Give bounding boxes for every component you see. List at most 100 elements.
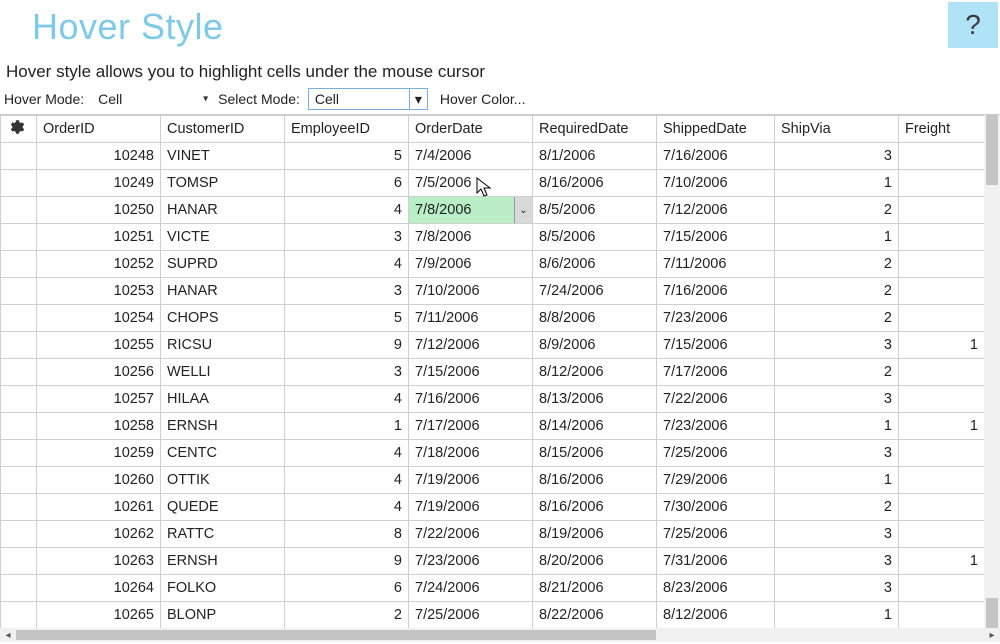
cell[interactable]: 4 xyxy=(285,386,409,413)
cell[interactable]: 7/4/2006 xyxy=(409,143,533,170)
cell[interactable]: 7/25/2006 xyxy=(657,440,775,467)
cell[interactable]: CHOPS xyxy=(161,305,285,332)
cell[interactable]: 4 xyxy=(285,197,409,224)
cell[interactable]: 7/31/2006 xyxy=(657,548,775,575)
cell[interactable]: 1 xyxy=(285,413,409,440)
cell[interactable]: 3 xyxy=(775,143,899,170)
cell[interactable]: 10259 xyxy=(37,440,161,467)
column-header[interactable]: Freight xyxy=(899,116,985,143)
cell[interactable]: 2 xyxy=(775,197,899,224)
help-button[interactable]: ? xyxy=(948,2,998,48)
cell[interactable]: 7/10/2006 xyxy=(657,170,775,197)
row-header[interactable] xyxy=(1,413,37,440)
cell[interactable]: WELLI xyxy=(161,359,285,386)
cell[interactable]: RATTC xyxy=(161,521,285,548)
cell[interactable]: 8/12/2006 xyxy=(533,359,657,386)
cell[interactable]: 4 xyxy=(285,251,409,278)
cell[interactable]: 7/17/2006 xyxy=(409,413,533,440)
data-grid[interactable]: OrderIDCustomerIDEmployeeIDOrderDateRequ… xyxy=(0,114,1000,628)
cell[interactable]: 3 xyxy=(285,359,409,386)
cell[interactable]: 8/16/2006 xyxy=(533,494,657,521)
cell[interactable]: 10252 xyxy=(37,251,161,278)
cell[interactable]: 8/5/2006 xyxy=(533,197,657,224)
cell[interactable]: 8/15/2006 xyxy=(533,440,657,467)
horizontal-scrollbar[interactable]: ◂ ▸ xyxy=(0,628,1000,642)
cell[interactable]: FOLKO xyxy=(161,575,285,602)
cell[interactable]: 5 xyxy=(285,143,409,170)
cell[interactable]: 7/18/2006 xyxy=(409,440,533,467)
cell[interactable]: 8/16/2006 xyxy=(533,170,657,197)
cell[interactable]: HANAR xyxy=(161,197,285,224)
cell[interactable]: 6 xyxy=(285,575,409,602)
column-header[interactable]: ShipVia xyxy=(775,116,899,143)
cell[interactable]: 7/24/2006 xyxy=(533,278,657,305)
cell[interactable]: ERNSH xyxy=(161,548,285,575)
cell[interactable]: 7/10/2006 xyxy=(409,278,533,305)
row-header[interactable] xyxy=(1,467,37,494)
scrollbar-thumb[interactable] xyxy=(16,630,656,640)
cell[interactable]: 8/9/2006 xyxy=(533,332,657,359)
column-header[interactable]: OrderID xyxy=(37,116,161,143)
cell[interactable]: 8/1/2006 xyxy=(533,143,657,170)
cell[interactable]: 2 xyxy=(775,251,899,278)
cell[interactable] xyxy=(899,602,985,629)
cell[interactable]: 10263 xyxy=(37,548,161,575)
cell[interactable]: 7/5/2006 xyxy=(409,170,533,197)
cell[interactable]: 2 xyxy=(775,494,899,521)
cell[interactable]: CENTC xyxy=(161,440,285,467)
cell[interactable]: OTTIK xyxy=(161,467,285,494)
cell[interactable]: 6 xyxy=(285,170,409,197)
cell[interactable]: 10260 xyxy=(37,467,161,494)
row-header[interactable] xyxy=(1,278,37,305)
cell[interactable]: 1 xyxy=(775,602,899,629)
cell[interactable]: RICSU xyxy=(161,332,285,359)
scrollbar-thumb[interactable] xyxy=(986,115,998,185)
cell[interactable]: 2 xyxy=(775,305,899,332)
cell[interactable]: VINET xyxy=(161,143,285,170)
hover-mode-combo[interactable]: Cell ▾ xyxy=(92,88,212,110)
cell[interactable]: 8/16/2006 xyxy=(533,467,657,494)
cell[interactable]: 8/21/2006 xyxy=(533,575,657,602)
row-header[interactable] xyxy=(1,386,37,413)
cell[interactable]: 3 xyxy=(285,278,409,305)
cell[interactable]: 1 xyxy=(899,332,985,359)
cell[interactable]: BLONP xyxy=(161,602,285,629)
cell[interactable]: 7/16/2006 xyxy=(657,143,775,170)
cell[interactable]: 7/8/2006 xyxy=(409,224,533,251)
column-header[interactable]: ShippedDate xyxy=(657,116,775,143)
cell[interactable]: 10248 xyxy=(37,143,161,170)
cell[interactable] xyxy=(899,575,985,602)
cell[interactable]: 7/15/2006 xyxy=(657,224,775,251)
cell[interactable] xyxy=(899,359,985,386)
cell[interactable]: SUPRD xyxy=(161,251,285,278)
cell[interactable]: 7/23/2006 xyxy=(657,413,775,440)
cell[interactable] xyxy=(899,305,985,332)
cell[interactable]: 3 xyxy=(285,224,409,251)
row-header[interactable] xyxy=(1,548,37,575)
cell[interactable]: 8/6/2006 xyxy=(533,251,657,278)
cell[interactable]: 1 xyxy=(899,548,985,575)
cell[interactable]: 7/30/2006 xyxy=(657,494,775,521)
cell[interactable] xyxy=(899,494,985,521)
cell[interactable]: 7/12/2006 xyxy=(409,332,533,359)
cell[interactable]: 3 xyxy=(775,332,899,359)
row-header[interactable] xyxy=(1,494,37,521)
cell[interactable]: 7/25/2006 xyxy=(657,521,775,548)
cell[interactable] xyxy=(899,521,985,548)
grid-settings-button[interactable] xyxy=(1,116,37,143)
cell[interactable]: 7/16/2006 xyxy=(409,386,533,413)
scroll-left-icon[interactable]: ◂ xyxy=(0,630,16,641)
row-header[interactable] xyxy=(1,602,37,629)
cell[interactable]: 7/8/2006⌄ xyxy=(409,197,533,224)
cell[interactable]: 1 xyxy=(775,224,899,251)
cell[interactable]: 10249 xyxy=(37,170,161,197)
column-header[interactable]: EmployeeID xyxy=(285,116,409,143)
cell[interactable]: 10255 xyxy=(37,332,161,359)
hover-color-button[interactable]: Hover Color... xyxy=(434,91,532,107)
cell[interactable]: 7/29/2006 xyxy=(657,467,775,494)
cell[interactable] xyxy=(899,386,985,413)
cell[interactable]: 8/23/2006 xyxy=(657,575,775,602)
cell[interactable]: 10253 xyxy=(37,278,161,305)
cell[interactable]: 7/11/2006 xyxy=(409,305,533,332)
cell[interactable]: HILAA xyxy=(161,386,285,413)
